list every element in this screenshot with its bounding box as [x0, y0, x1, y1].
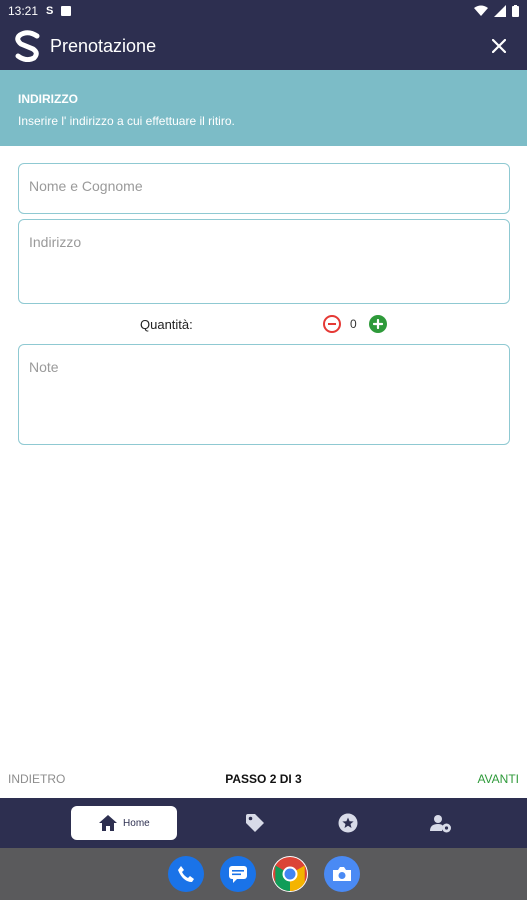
address-placeholder: Indirizzo [29, 234, 82, 250]
camera-app-icon[interactable] [323, 856, 360, 892]
quantity-value: 0 [350, 317, 357, 331]
battery-icon [512, 5, 519, 17]
nav-offers-tab[interactable] [240, 808, 270, 838]
status-time: 13:21 [8, 4, 39, 18]
next-button[interactable]: AVANTI [477, 772, 519, 786]
section-header: INDIRIZZO Inserire l' indirizzo a cui ef… [0, 70, 527, 146]
star-badge-icon [338, 813, 358, 833]
tag-icon [246, 814, 265, 832]
plus-icon [373, 319, 383, 329]
name-field[interactable]: Nome e Cognome [18, 163, 510, 214]
quantity-increase-button[interactable] [369, 315, 387, 333]
messages-app-icon[interactable] [219, 856, 256, 892]
name-placeholder: Nome e Cognome [29, 178, 143, 194]
nav-home-label: Home [123, 817, 150, 829]
signal-icon [494, 5, 506, 17]
notes-field[interactable]: Note [18, 344, 510, 445]
quantity-decrease-button[interactable] [323, 315, 341, 333]
section-title: INDIRIZZO [18, 92, 78, 106]
close-button[interactable] [485, 32, 513, 60]
section-subtitle: Inserire l' indirizzo a cui effettuare i… [18, 114, 235, 128]
address-field[interactable]: Indirizzo [18, 219, 510, 304]
close-icon [492, 39, 506, 53]
sd-card-icon [61, 6, 72, 16]
notes-placeholder: Note [29, 359, 59, 375]
nav-home-tab[interactable]: Home [71, 806, 178, 840]
quantity-row: Quantità: 0 [0, 312, 527, 336]
system-dock [0, 848, 527, 900]
user-settings-icon [429, 815, 451, 833]
nav-account-tab[interactable] [426, 808, 456, 838]
home-icon [99, 815, 118, 831]
quantity-label: Quantità: [140, 317, 193, 332]
status-s-badge: S [46, 5, 54, 17]
step-indicator: PASSO 2 DI 3 [225, 772, 302, 786]
phone-app-icon[interactable] [167, 856, 204, 892]
step-navigation: INDIETRO PASSO 2 DI 3 AVANTI [0, 760, 527, 798]
wifi-icon [474, 5, 488, 16]
back-button[interactable]: INDIETRO [8, 772, 65, 786]
app-logo-icon [14, 30, 42, 62]
page-title: Prenotazione [50, 35, 157, 56]
chrome-app-icon[interactable] [271, 856, 308, 892]
nav-favorites-tab[interactable] [333, 808, 363, 838]
bottom-navigation: Home [0, 798, 527, 848]
app-bar: Prenotazione [0, 22, 527, 70]
status-bar: 13:21 S [0, 0, 527, 22]
